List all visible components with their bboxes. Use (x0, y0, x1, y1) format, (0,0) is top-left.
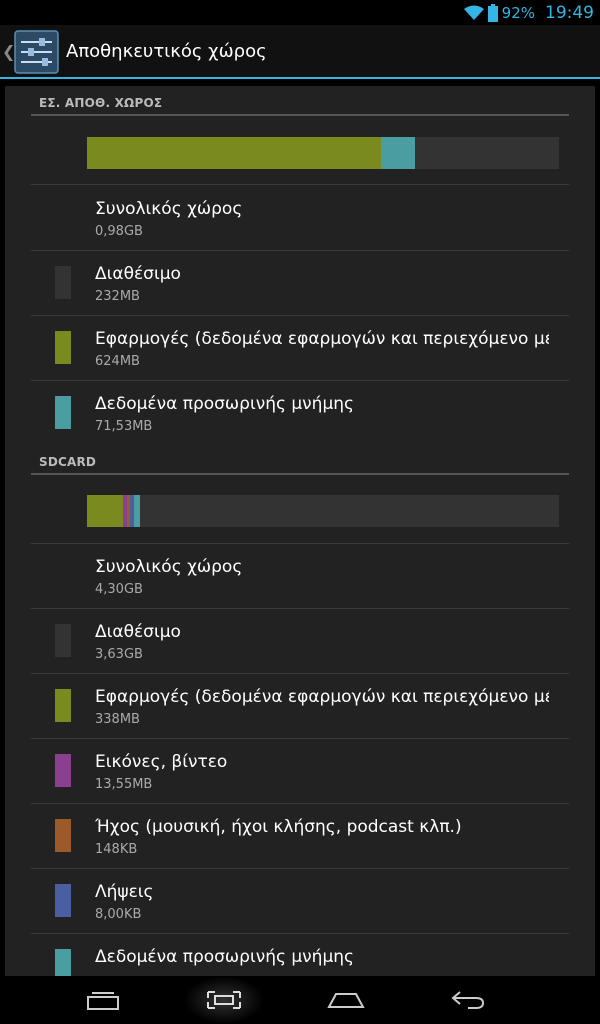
list-item-audio[interactable]: Ήχος (μουσική, ήχοι κλήσης, podcast κλπ.… (5, 803, 595, 868)
screenshot-icon[interactable] (184, 976, 264, 1024)
row-title: Εφαρμογές (δεδομένα εφαρμογών και περιεχ… (95, 687, 549, 707)
section-header-internal: ΕΣ. ΑΠΟΘ. ΧΩΡΟΣ (31, 86, 569, 116)
storage-panel: ΕΣ. ΑΠΟΘ. ΧΩΡΟΣ Συνολικός χώρος 0,98GB Δ… (5, 86, 595, 976)
row-value: 0,98GB (95, 224, 143, 239)
list-item-downloads[interactable]: Λήψεις 8,00KB (5, 868, 595, 933)
color-swatch (55, 266, 71, 299)
usage-segment (87, 137, 381, 169)
back-icon[interactable] (428, 976, 508, 1024)
list-item-apps[interactable]: Εφαρμογές (δεδομένα εφαρμογών και περιεχ… (5, 673, 595, 738)
usage-segment (380, 137, 415, 169)
navigation-bar (0, 976, 600, 1024)
home-icon[interactable] (306, 976, 386, 1024)
row-title: Συνολικός χώρος (95, 557, 243, 577)
row-title: Δεδομένα προσωρινής μνήμης (95, 394, 355, 414)
settings-sliders-icon[interactable] (14, 30, 59, 74)
status-bar: 92% 19:49 (0, 0, 600, 25)
usage-bar-internal (87, 137, 559, 169)
row-title: Εφαρμογές (δεδομένα εφαρμογών και περιεχ… (95, 329, 549, 349)
list-item-cache[interactable]: Δεδομένα προσωρινής μνήμης 71,53MB (5, 380, 595, 445)
list-item-apps[interactable]: Εφαρμογές (δεδομένα εφαρμογών και περιεχ… (5, 315, 595, 380)
battery-percent: 92% (501, 4, 535, 22)
usage-segment (87, 495, 123, 527)
color-swatch (55, 624, 71, 657)
row-title: Εικόνες, βίντεο (95, 752, 228, 772)
list-item-total[interactable]: Συνολικός χώρος 0,98GB (5, 185, 595, 250)
action-bar: ❮ Αποθηκευτικός χώρος (0, 25, 600, 79)
color-swatch (55, 819, 71, 852)
row-title: Δεδομένα προσωρινής μνήμης (95, 947, 355, 967)
row-title: Διαθέσιμο (95, 622, 181, 642)
recent-apps-icon[interactable] (63, 976, 143, 1024)
section-title: SDCARD (39, 455, 97, 469)
clock: 19:49 (545, 3, 594, 23)
row-title: Ήχος (μουσική, ήχοι κλήσης, podcast κλπ.… (95, 817, 462, 837)
section-header-sdcard: SDCARD (31, 445, 569, 475)
row-title: Συνολικός χώρος (95, 199, 243, 219)
row-value: 8,00KB (95, 907, 142, 922)
row-value: 13,55MB (95, 777, 153, 792)
wifi-icon (463, 5, 484, 21)
row-value: 338MB (95, 712, 140, 727)
usage-segment (134, 495, 141, 527)
list-item-total[interactable]: Συνολικός χώρος 4,30GB (5, 543, 595, 608)
row-value: 624MB (95, 354, 140, 369)
row-value: 148KB (95, 842, 138, 857)
list-item-available[interactable]: Διαθέσιμο 3,63GB (5, 608, 595, 673)
row-value: 4,30GB (95, 582, 143, 597)
row-value: 232MB (95, 289, 140, 304)
color-swatch (55, 949, 71, 976)
battery-icon (487, 4, 498, 22)
page-title: Αποθηκευτικός χώρος (66, 41, 267, 62)
color-swatch (55, 884, 71, 917)
row-title: Λήψεις (95, 882, 154, 902)
list-item-pictures-videos[interactable]: Εικόνες, βίντεο 13,55MB (5, 738, 595, 803)
row-title: Διαθέσιμο (95, 264, 181, 284)
storage-content: ΕΣ. ΑΠΟΘ. ΧΩΡΟΣ Συνολικός χώρος 0,98GB Δ… (0, 81, 600, 976)
usage-bar-sdcard (87, 495, 559, 527)
row-value: 71,53MB (95, 419, 153, 434)
list-item-available[interactable]: Διαθέσιμο 232MB (5, 250, 595, 315)
list-item-cache[interactable]: Δεδομένα προσωρινής μνήμης (5, 933, 595, 976)
color-swatch (55, 331, 71, 364)
color-swatch (55, 754, 71, 787)
row-value: 3,63GB (95, 647, 143, 662)
color-swatch (55, 689, 71, 722)
section-title: ΕΣ. ΑΠΟΘ. ΧΩΡΟΣ (39, 96, 163, 110)
color-swatch (55, 396, 71, 429)
